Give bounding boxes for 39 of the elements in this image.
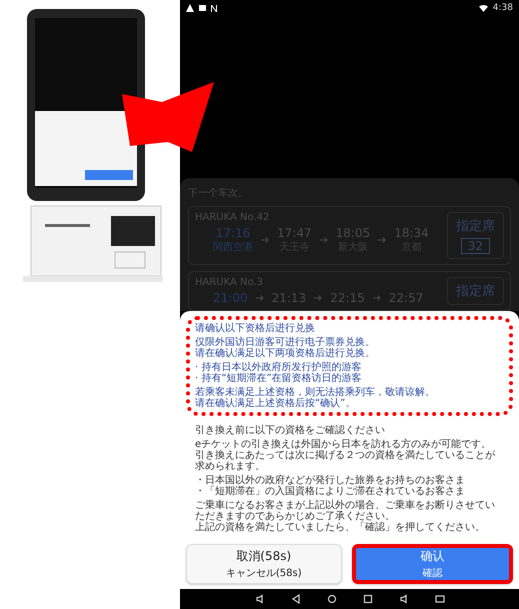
confirm-button[interactable]: 确认 確認: [352, 544, 513, 584]
notice-text: ご乗車になるお客さまが上記以外の場合、ご乗車をお断りさせていただきますのであらかじめご了承ください。: [195, 500, 496, 522]
departure-time: 17:16: [216, 226, 250, 240]
cancel-button[interactable]: 取消(58s) キャンセル(58s): [186, 544, 342, 584]
clock-time: 4:38: [492, 3, 513, 13]
arrow-icon: [256, 295, 264, 301]
n-icon: [211, 4, 217, 12]
recents-icon[interactable]: [362, 594, 372, 604]
notice-text: 若乘客未满足上述资格，则无法搭乘列车，敬请谅解。: [195, 387, 436, 398]
arrow-icon: [261, 237, 269, 243]
car-number: 32: [460, 238, 490, 254]
arrow-icon: [320, 237, 328, 243]
notice-text: eチケットの引き換えは外国から日本を訪れる方のみが可能です。: [195, 439, 492, 450]
notice-text: 请在确认满足以下两项资格后进行兑换。: [195, 348, 376, 359]
wifi-icon: [478, 4, 488, 12]
notice-text: 引き換え前に以下の資格をご確認ください: [195, 425, 386, 436]
screenshot-icon[interactable]: [434, 594, 444, 604]
notice-text: ・「短期滞在」の入国資格によりご滞在されているお客さま: [195, 486, 466, 497]
seat-type: 指定席: [456, 283, 495, 300]
arrow-icon: [314, 295, 322, 301]
arrow-icon: [372, 295, 381, 301]
notice-text: 请在确认满足上述资格后按“确认”。: [195, 398, 356, 409]
notice-text: 仅限外国访日游客可进行电子票券兑换。: [195, 337, 376, 348]
home-icon[interactable]: [326, 594, 336, 604]
back-icon[interactable]: [290, 594, 300, 604]
notice-text: 请确认以下资格后进行兑换: [195, 323, 316, 334]
notice-text: 引き換えにあたっては次に掲げる２つの資格を満たしていることが求められます。: [195, 450, 496, 472]
arrow-icon: [378, 237, 386, 243]
warning-icon: [186, 4, 194, 12]
square-icon: [199, 5, 206, 11]
station-name: 関西空港: [213, 240, 253, 254]
notice-text: · 持有日本以外政府所发行护照的游客: [195, 362, 362, 373]
notice-text: ・日本国以外の政府などが発行した旅券をお持ちのお客さま: [195, 475, 466, 486]
speaker-icon[interactable]: [254, 594, 264, 604]
departure-time: 21:00: [213, 291, 248, 305]
speaker-icon[interactable]: [398, 594, 408, 604]
notice-text: · 持有“短期滞在”在留资格访日的游客: [195, 373, 363, 384]
seat-type: 指定席: [456, 218, 495, 235]
notice-text: 上記の資格を満たしていましたら、「確認」を押してください。: [195, 522, 486, 533]
